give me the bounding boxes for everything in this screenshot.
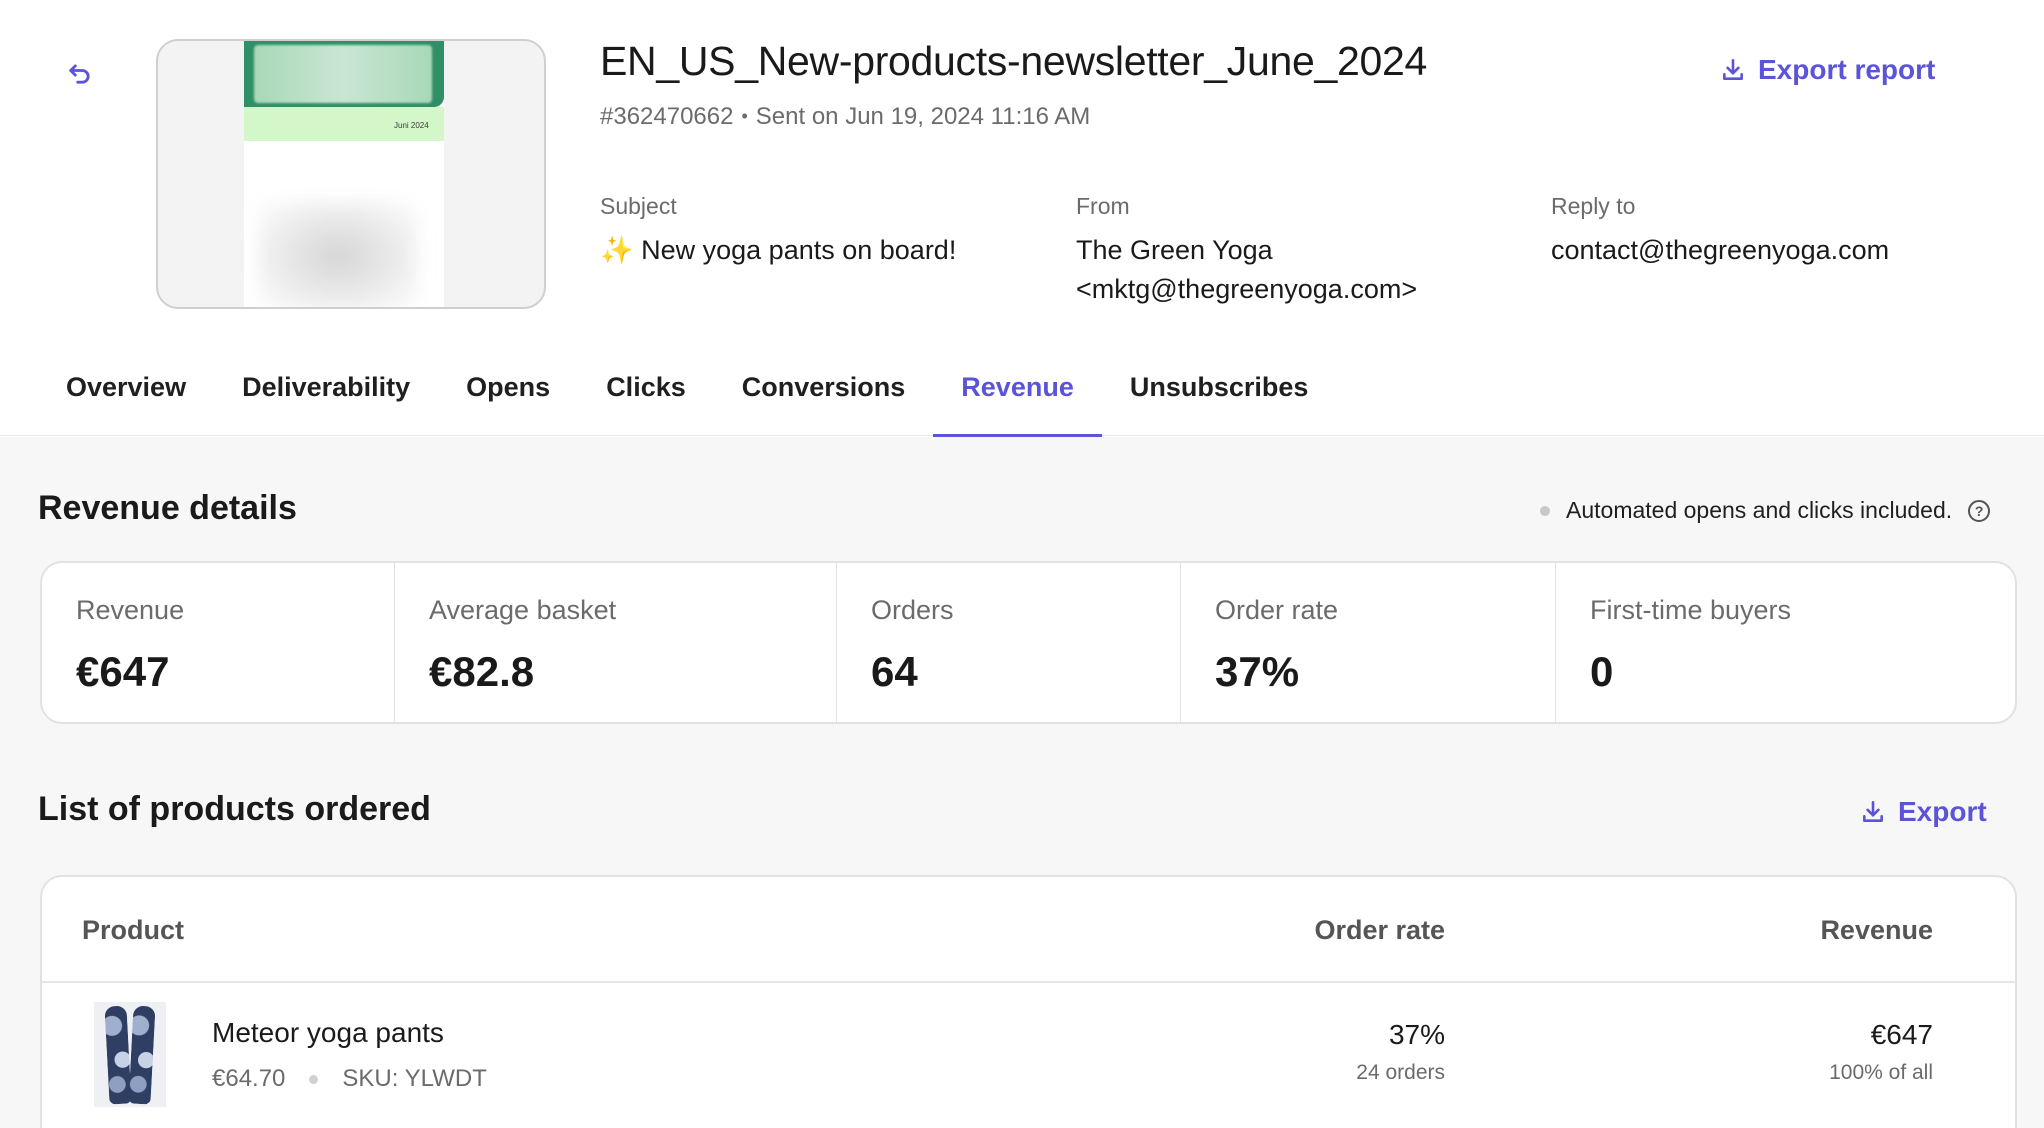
tab-clicks[interactable]: Clicks <box>578 362 714 436</box>
status-dot <box>1540 505 1550 516</box>
table-row[interactable]: Meteor yoga pants €64.70 SKU: YLWDT 37% … <box>42 985 2015 1125</box>
stat-average-basket: Average basket €82.8 <box>395 563 837 722</box>
order-rate-value: 37% <box>1388 1019 1445 1050</box>
tab-revenue[interactable]: Revenue <box>933 362 1102 437</box>
back-arrow-icon <box>69 64 90 84</box>
products-list-title: List of products ordered <box>38 790 431 828</box>
column-order-rate[interactable]: Order rate <box>1314 915 1445 946</box>
stat-value: €82.8 <box>429 648 535 695</box>
export-report-label: Export report <box>1758 54 1936 85</box>
sent-date: Sent on Jun 19, 2024 11:16 AM <box>755 103 1091 130</box>
reply-to-label: Reply to <box>1551 193 1636 219</box>
stat-label: Revenue <box>76 595 185 625</box>
revenue-details-title: Revenue details <box>38 489 297 527</box>
from-label: From <box>1076 193 1130 219</box>
help-icon[interactable]: ? <box>1968 499 1991 522</box>
products-table: Product Order rate Revenue Meteor yoga p… <box>40 875 2017 1128</box>
tab-deliverability[interactable]: Deliverability <box>214 362 438 436</box>
pant-leg-left <box>104 1005 132 1105</box>
product-name[interactable]: Meteor yoga pants <box>212 1017 444 1049</box>
automated-note: Automated opens and clicks included. ? <box>1540 497 1991 524</box>
campaign-meta: #362470662 • Sent on Jun 19, 2024 11:16 AM <box>600 103 1090 131</box>
stat-order-rate: Order rate 37% <box>1181 563 1556 722</box>
from-email: <mktg@thegreenyoga.com> <box>1076 274 1418 304</box>
pant-leg-right <box>128 1005 156 1105</box>
thumbnail-banner-image <box>254 45 432 103</box>
revenue-cell: €647 100% of all <box>1829 1019 1933 1085</box>
stat-orders: Orders 64 <box>837 563 1181 722</box>
export-label: Export <box>1898 796 1987 827</box>
product-sku: SKU: YLWDT <box>342 1065 487 1092</box>
revenue-value: €647 <box>1870 1019 1933 1050</box>
thumbnail-content-blur <box>258 201 418 307</box>
report-tabs: Overview Deliverability Opens Clicks Con… <box>38 362 1337 437</box>
email-thumbnail[interactable]: Juni 2024 <box>156 39 546 309</box>
stat-value: 64 <box>871 648 918 695</box>
subject-value: ✨ New yoga pants on board! <box>600 235 957 265</box>
table-header: Product Order rate Revenue <box>42 877 2015 983</box>
product-image <box>94 1002 166 1107</box>
separator-dot <box>309 1074 319 1084</box>
column-revenue[interactable]: Revenue <box>1820 915 1933 946</box>
tab-opens[interactable]: Opens <box>438 362 578 436</box>
product-price: €64.70 <box>212 1065 286 1092</box>
stat-label: Order rate <box>1215 595 1339 625</box>
download-icon <box>1863 800 1883 822</box>
stat-value: €647 <box>76 648 170 695</box>
export-products-button[interactable]: Export <box>1860 796 1987 828</box>
stat-first-time-buyers: First-time buyers 0 <box>1556 563 2015 722</box>
stat-label: Orders <box>871 595 954 625</box>
revenue-share: 100% of all <box>1829 1061 1933 1084</box>
thumbnail-date: Juni 2024 <box>394 121 429 130</box>
download-icon <box>1723 58 1743 80</box>
tab-conversions[interactable]: Conversions <box>714 362 934 436</box>
stat-revenue: Revenue €647 <box>42 563 395 722</box>
stat-value: 37% <box>1215 648 1300 695</box>
export-report-button[interactable]: Export report <box>1720 54 1935 86</box>
automated-note-text: Automated opens and clicks included. <box>1566 497 1953 523</box>
campaign-title: EN_US_New-products-newsletter_June_2024 <box>600 38 1427 84</box>
from-name: The Green Yoga <box>1076 235 1273 265</box>
meta-separator: • <box>741 106 748 126</box>
subject-label: Subject <box>600 193 677 219</box>
revenue-stats-card: Revenue €647 Average basket €82.8 Orders… <box>40 561 2017 724</box>
order-rate-cell: 37% 24 orders <box>1356 1019 1445 1085</box>
reply-to-value: contact@thegreenyoga.com <box>1551 235 1890 265</box>
stat-label: First-time buyers <box>1590 595 1792 625</box>
column-product[interactable]: Product <box>82 915 184 946</box>
product-subinfo: €64.70 SKU: YLWDT <box>212 1065 487 1093</box>
tab-unsubscribes[interactable]: Unsubscribes <box>1102 362 1337 436</box>
revenue-panel: Revenue details Automated opens and clic… <box>0 437 2044 1128</box>
order-count: 24 orders <box>1356 1061 1445 1084</box>
campaign-id: #362470662 <box>600 103 734 130</box>
tab-overview[interactable]: Overview <box>38 362 214 436</box>
stat-label: Average basket <box>429 595 617 625</box>
back-button[interactable] <box>62 56 98 92</box>
campaign-header: Juni 2024 EN_US_New-products-newsletter_… <box>0 0 2044 437</box>
stat-value: 0 <box>1590 648 1614 695</box>
